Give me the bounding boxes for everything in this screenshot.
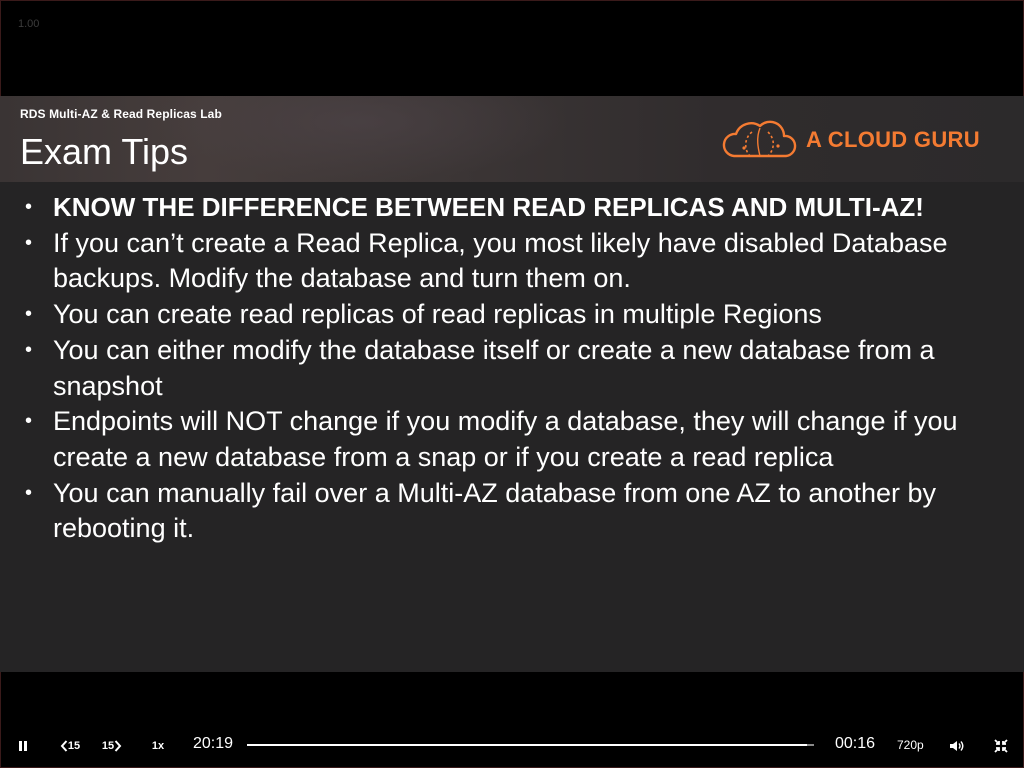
tip-text: If you can’t create a Read Replica, you … [53,227,948,294]
bullet-icon: • [25,338,33,361]
video-player[interactable]: 1.00 RDS Multi-AZ & Read Replicas Lab Ex… [0,0,1024,768]
player-control-bar: 15 15 1x 20:19 00:16 720p [0,724,1024,768]
elapsed-time: 20:19 [193,735,234,752]
progress-bar[interactable] [247,744,814,746]
tip-text: Endpoints will NOT change if you modify … [53,406,958,472]
forward-15-icon [114,740,122,752]
bullet-icon: • [25,231,33,254]
slide-title: Exam Tips [20,131,189,172]
playback-speed-label: 1x [151,740,165,752]
lecture-slide: RDS Multi-AZ & Read Replicas Lab Exam Ti… [0,96,1024,672]
slide-header: RDS Multi-AZ & Read Replicas Lab Exam Ti… [0,96,1024,182]
tip-text: KNOW THE DIFFERENCE BETWEEN READ REPLICA… [53,192,924,222]
brand-logo: A CLOUD GURU [722,118,980,162]
exit-fullscreen-icon [994,739,1008,753]
tip-item: • If you can’t create a Read Replica, yo… [22,226,1012,297]
playback-speed-button[interactable]: 1x [146,736,170,756]
rewind-15-button[interactable]: 15 [56,736,84,756]
progress-fill [247,744,807,746]
remaining-time: 00:16 [835,735,876,752]
cloud-guru-logo-icon [722,120,797,158]
tip-item: • You can create read replicas of read r… [22,297,1012,333]
tip-item: • KNOW THE DIFFERENCE BETWEEN READ REPLI… [22,190,1012,226]
tip-item: • You can manually fail over a Multi-AZ … [22,476,1012,547]
volume-icon [950,741,964,751]
bullet-icon: • [25,303,33,326]
forward-15-button[interactable]: 15 [98,736,126,756]
volume-button[interactable] [946,736,968,756]
tip-text: You can create read replicas of read rep… [53,299,822,330]
bullet-icon: • [25,196,33,218]
pause-button[interactable] [12,736,34,756]
exam-tips-list: • KNOW THE DIFFERENCE BETWEEN READ REPLI… [22,190,1012,547]
forward-label: 15 [101,740,115,752]
exit-fullscreen-button[interactable] [990,736,1012,756]
pause-icon [19,741,27,751]
brand-name: A CLOUD GURU [806,127,980,152]
bullet-icon: • [25,481,33,504]
slide-subtitle: RDS Multi-AZ & Read Replicas Lab [20,107,222,121]
bullet-icon: • [25,410,33,433]
tip-text: You can manually fail over a Multi-AZ da… [53,477,936,544]
tip-text: You can either modify the database itsel… [53,334,935,401]
rewind-15-icon [60,740,68,752]
tip-item: • You can either modify the database its… [22,333,1012,404]
quality-button[interactable]: 720p [897,738,924,752]
tip-item: • Endpoints will NOT change if you modif… [22,404,1012,475]
rewind-label: 15 [67,740,81,752]
playback-speed-overlay: 1.00 [18,18,40,30]
